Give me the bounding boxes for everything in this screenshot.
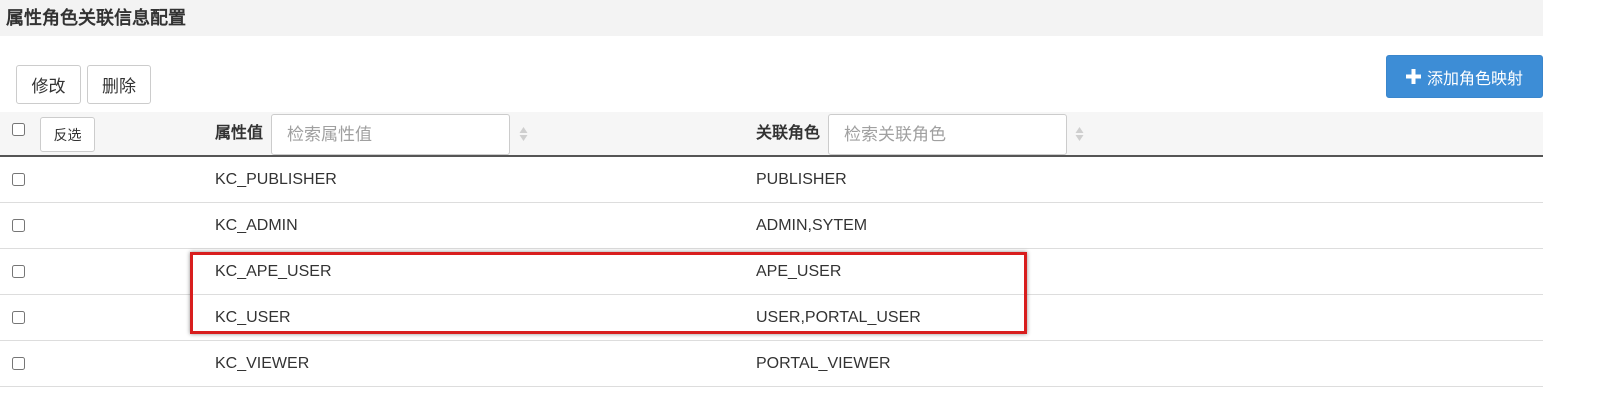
- roles-cell: ADMIN,SYTEM: [756, 217, 868, 234]
- page-title: 属性角色关联信息配置: [6, 8, 186, 28]
- table-row[interactable]: KC_ADMIN ADMIN,SYTEM: [0, 203, 1543, 249]
- table-row[interactable]: KC_PUBLISHER PUBLISHER: [0, 157, 1543, 203]
- search-attribute-value-input[interactable]: [271, 114, 510, 155]
- attribute-value-cell: KC_VIEWER: [215, 355, 310, 372]
- select-all-checkbox[interactable]: [12, 123, 25, 136]
- row-checkbox[interactable]: [12, 265, 25, 278]
- roles-cell: PORTAL_VIEWER: [756, 355, 891, 372]
- attribute-value-cell: KC_USER: [215, 309, 291, 326]
- attribute-value-cell: KC_ADMIN: [215, 217, 298, 234]
- table-row[interactable]: KC_APE_USER APE_USER: [0, 249, 1543, 295]
- edit-button[interactable]: 修改: [16, 65, 81, 104]
- invert-selection-button[interactable]: 反选: [40, 117, 95, 152]
- delete-button[interactable]: 删除: [87, 65, 151, 104]
- roles-cell: PUBLISHER: [756, 171, 847, 188]
- row-checkbox[interactable]: [12, 311, 25, 324]
- plus-icon: [1405, 69, 1421, 84]
- attribute-value-cell: KC_PUBLISHER: [215, 171, 337, 188]
- add-role-mapping-button[interactable]: 添加角色映射: [1386, 55, 1543, 98]
- row-checkbox[interactable]: [12, 173, 25, 186]
- table-row[interactable]: KC_VIEWER PORTAL_VIEWER: [0, 341, 1543, 387]
- roles-cell: APE_USER: [756, 263, 842, 280]
- table-row[interactable]: KC_USER USER,PORTAL_USER: [0, 295, 1543, 341]
- column-header-attribute-value: 属性值: [215, 125, 264, 142]
- title-bar: 属性角色关联信息配置: [0, 0, 1543, 36]
- add-role-mapping-label: 添加角色映射: [1426, 70, 1523, 88]
- sort-icon[interactable]: [519, 126, 528, 142]
- row-checkbox[interactable]: [12, 219, 25, 232]
- sort-icon[interactable]: [1075, 126, 1084, 142]
- search-roles-input[interactable]: [828, 114, 1067, 155]
- column-header-roles: 关联角色: [756, 125, 821, 142]
- roles-cell: USER,PORTAL_USER: [756, 309, 921, 326]
- table-header: 反选 属性值 关联角色: [0, 112, 1543, 157]
- attribute-value-cell: KC_APE_USER: [215, 263, 332, 280]
- row-checkbox[interactable]: [12, 357, 25, 370]
